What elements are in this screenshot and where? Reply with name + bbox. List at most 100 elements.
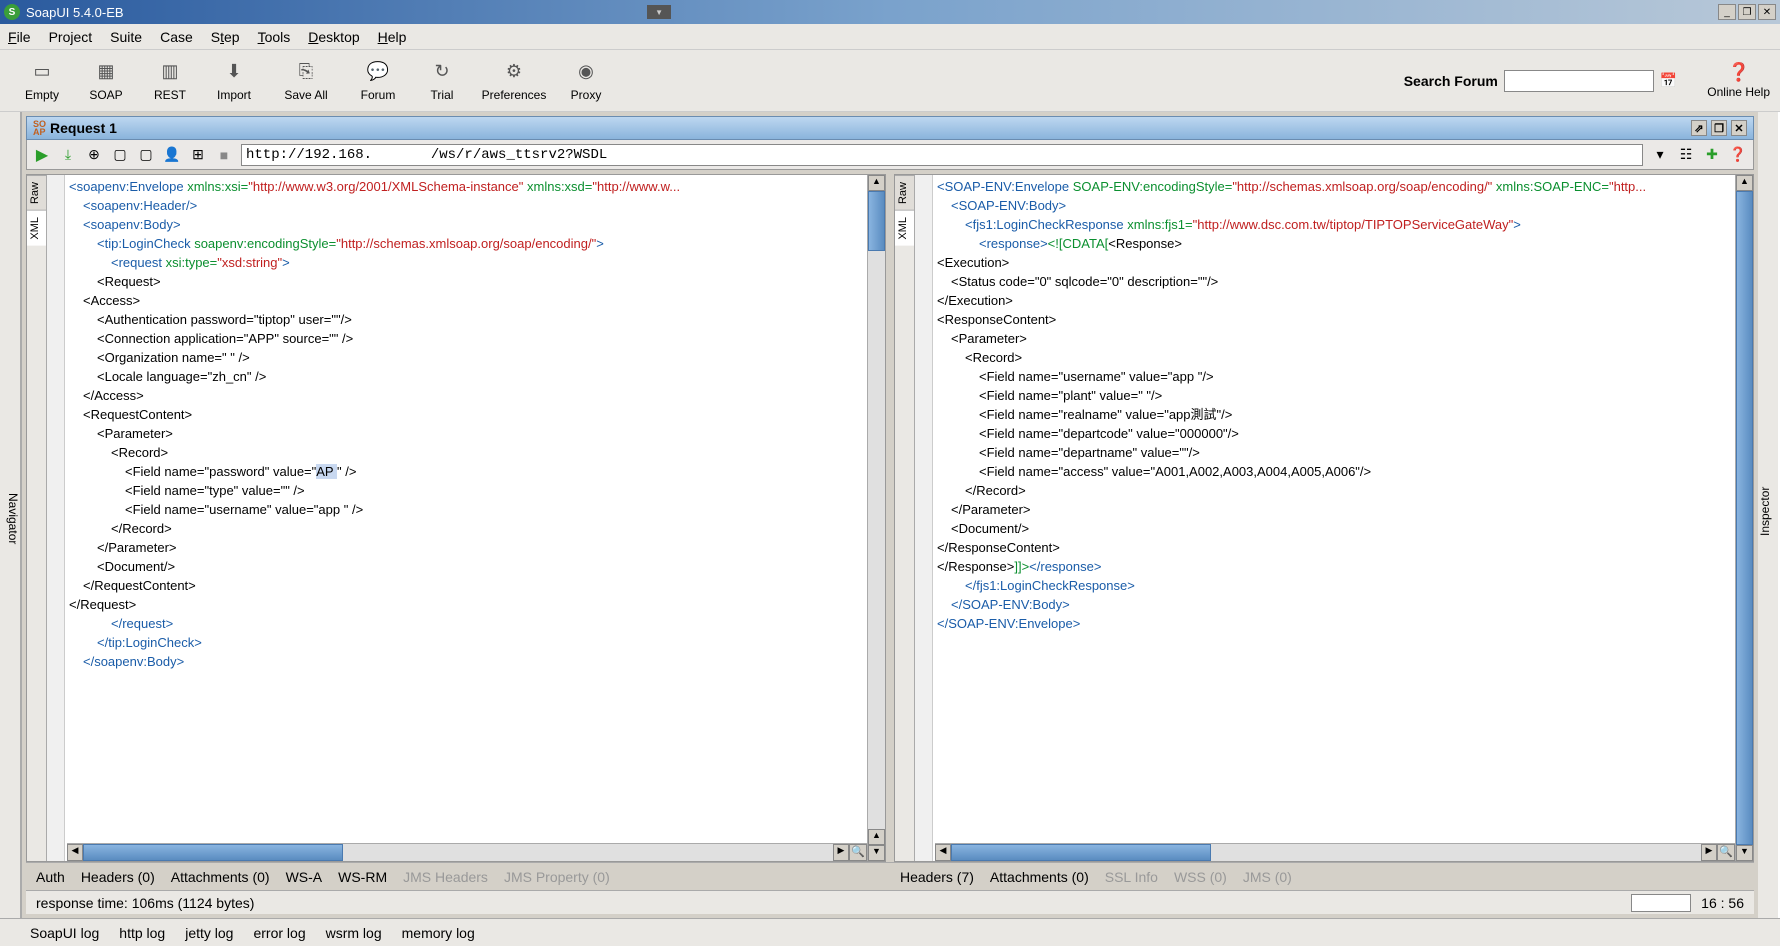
app-title: SoapUI 5.4.0-EB <box>26 5 124 20</box>
request-tab[interactable]: SOAP Request 1 ⇗ ❐ ✕ <box>26 116 1754 140</box>
stop-icon[interactable]: ■ <box>215 146 233 164</box>
titlebar-dropdown[interactable]: ▼ <box>647 5 671 19</box>
bottom-tab[interactable]: Attachments (0) <box>990 869 1089 885</box>
toolbar-soap[interactable]: ▦SOAP <box>74 53 138 109</box>
soap-badge: SOAP <box>33 120 46 136</box>
box2-icon[interactable]: ▢ <box>137 146 155 164</box>
search-forum: Search Forum 📅 <box>1404 70 1678 92</box>
calendar-icon[interactable]: 📅 <box>1660 72 1677 89</box>
menu-step[interactable]: Step <box>211 29 240 45</box>
bottom-tab[interactable]: SSL Info <box>1105 869 1158 885</box>
bottom-tab[interactable]: Headers (7) <box>900 869 974 885</box>
response-raw-tab[interactable]: Raw <box>895 175 914 210</box>
bottom-tab[interactable]: Auth <box>36 869 65 885</box>
run-all-icon[interactable]: ⤓ <box>59 146 77 164</box>
menu-desktop[interactable]: Desktop <box>308 29 359 45</box>
log-tab[interactable]: jetty log <box>185 925 233 941</box>
log-tab[interactable]: http log <box>119 925 165 941</box>
toolbar-import[interactable]: ⬇Import <box>202 53 266 109</box>
response-panel: Raw XML <SOAP-ENV:Envelope SOAP-ENV:enco… <box>894 174 1754 862</box>
tab-detach-icon[interactable]: ⇗ <box>1691 120 1707 136</box>
response-vscroll[interactable]: ▲▼ <box>1735 175 1753 861</box>
request-editor[interactable]: <soapenv:Envelope xmlns:xsi="http://www.… <box>65 175 867 861</box>
search-forum-input[interactable] <box>1504 70 1654 92</box>
search-forum-label: Search Forum <box>1404 73 1498 89</box>
request-bottom-tabs: Auth Headers (0) Attachments (0) WS-A WS-RM J… <box>26 862 890 890</box>
bottom-tab[interactable]: WSS (0) <box>1174 869 1227 885</box>
filter-icon[interactable]: ☷ <box>1677 146 1695 164</box>
request-tab-label: Request 1 <box>50 120 117 136</box>
response-hscroll[interactable]: ◀▶🔍 <box>935 843 1735 861</box>
request-xml-tab[interactable]: XML <box>27 210 46 246</box>
rest-icon: ▥ <box>158 60 182 84</box>
request-panel: Raw XML <soapenv:Envelope xmlns:xsi="htt… <box>26 174 886 862</box>
url-dropdown-icon[interactable]: ▾ <box>1651 146 1669 164</box>
close-button[interactable]: ✕ <box>1758 4 1776 20</box>
help-icon: ❓ <box>1727 62 1749 83</box>
minimize-button[interactable]: _ <box>1718 4 1736 20</box>
tab-maximize-icon[interactable]: ❐ <box>1711 120 1727 136</box>
cursor-position: 16 : 56 <box>1701 895 1744 911</box>
help2-icon[interactable]: ❓ <box>1729 146 1747 164</box>
menu-help[interactable]: Help <box>378 29 407 45</box>
toolbar: ▭Empty ▦SOAP ▥REST ⬇Import ⎘Save All 💬Fo… <box>0 50 1780 112</box>
response-editor[interactable]: <SOAP-ENV:Envelope SOAP-ENV:encodingStyl… <box>933 175 1735 861</box>
request-raw-tab[interactable]: Raw <box>27 175 46 210</box>
menubar: File Project Suite Case Step Tools Deskt… <box>0 24 1780 50</box>
bottom-tab[interactable]: JMS Headers <box>403 869 488 885</box>
proxy-icon: ◉ <box>574 60 598 84</box>
toolbar-rest[interactable]: ▥REST <box>138 53 202 109</box>
log-tab[interactable]: SoapUI log <box>30 925 99 941</box>
box1-icon[interactable]: ▢ <box>111 146 129 164</box>
toolbar-preferences[interactable]: ⚙Preferences <box>474 53 554 109</box>
response-xml-tab[interactable]: XML <box>895 210 914 246</box>
menu-tools[interactable]: Tools <box>258 29 291 45</box>
import-icon: ⬇ <box>222 60 246 84</box>
toolbar-forum[interactable]: 💬Forum <box>346 53 410 109</box>
request-gutter <box>47 175 65 861</box>
run-button[interactable]: ▶ <box>33 146 51 164</box>
toolbar-empty[interactable]: ▭Empty <box>10 53 74 109</box>
action-bar: ▶ ⤓ ⊕ ▢ ▢ 👤 ⊞ ■ ▾ ☷ ✚ ❓ <box>26 140 1754 170</box>
gear-icon: ⚙ <box>502 60 526 84</box>
navigator-tab[interactable]: Navigator <box>0 112 22 918</box>
menu-project[interactable]: Project <box>49 29 93 45</box>
bottom-tab[interactable]: JMS Property (0) <box>504 869 610 885</box>
status-input[interactable] <box>1631 894 1691 912</box>
toolbar-proxy[interactable]: ◉Proxy <box>554 53 618 109</box>
add-icon[interactable]: ✚ <box>1703 146 1721 164</box>
tab-close-icon[interactable]: ✕ <box>1731 120 1747 136</box>
toolbar-save-all[interactable]: ⎘Save All <box>266 53 346 109</box>
bottom-tab[interactable]: WS-RM <box>338 869 387 885</box>
grid-icon[interactable]: ⊞ <box>189 146 207 164</box>
menu-case[interactable]: Case <box>160 29 193 45</box>
menu-file[interactable]: File <box>8 29 31 45</box>
request-hscroll[interactable]: ◀▶🔍 <box>67 843 867 861</box>
request-vscroll[interactable]: ▲▲▼ <box>867 175 885 861</box>
trial-icon: ↻ <box>430 60 454 84</box>
response-gutter <box>915 175 933 861</box>
titlebar: S SoapUI 5.4.0-EB ▼ _ ❐ ✕ <box>0 0 1780 24</box>
online-help[interactable]: ❓ Online Help <box>1707 62 1770 99</box>
add-assertion-icon[interactable]: ⊕ <box>85 146 103 164</box>
maximize-button[interactable]: ❐ <box>1738 4 1756 20</box>
status-text: response time: 106ms (1124 bytes) <box>36 895 254 911</box>
empty-icon: ▭ <box>30 60 54 84</box>
bottom-tab[interactable]: Attachments (0) <box>171 869 270 885</box>
app-icon: S <box>4 4 20 20</box>
user-icon[interactable]: 👤 <box>163 146 181 164</box>
bottom-tab[interactable]: Headers (0) <box>81 869 155 885</box>
menu-suite[interactable]: Suite <box>110 29 142 45</box>
soap-icon: ▦ <box>94 60 118 84</box>
log-tab[interactable]: memory log <box>402 925 475 941</box>
log-tab[interactable]: wsrm log <box>326 925 382 941</box>
status-bar: response time: 106ms (1124 bytes) 16 : 5… <box>26 890 1754 914</box>
url-input[interactable] <box>241 144 1643 166</box>
response-bottom-tabs: Headers (7) Attachments (0) SSL Info WSS (0… <box>890 862 1754 890</box>
bottom-tab[interactable]: WS-A <box>286 869 323 885</box>
log-tab[interactable]: error log <box>253 925 305 941</box>
inspector-tab[interactable]: Inspector <box>1758 112 1780 918</box>
toolbar-trial[interactable]: ↻Trial <box>410 53 474 109</box>
forum-icon: 💬 <box>366 60 390 84</box>
bottom-tab[interactable]: JMS (0) <box>1243 869 1292 885</box>
